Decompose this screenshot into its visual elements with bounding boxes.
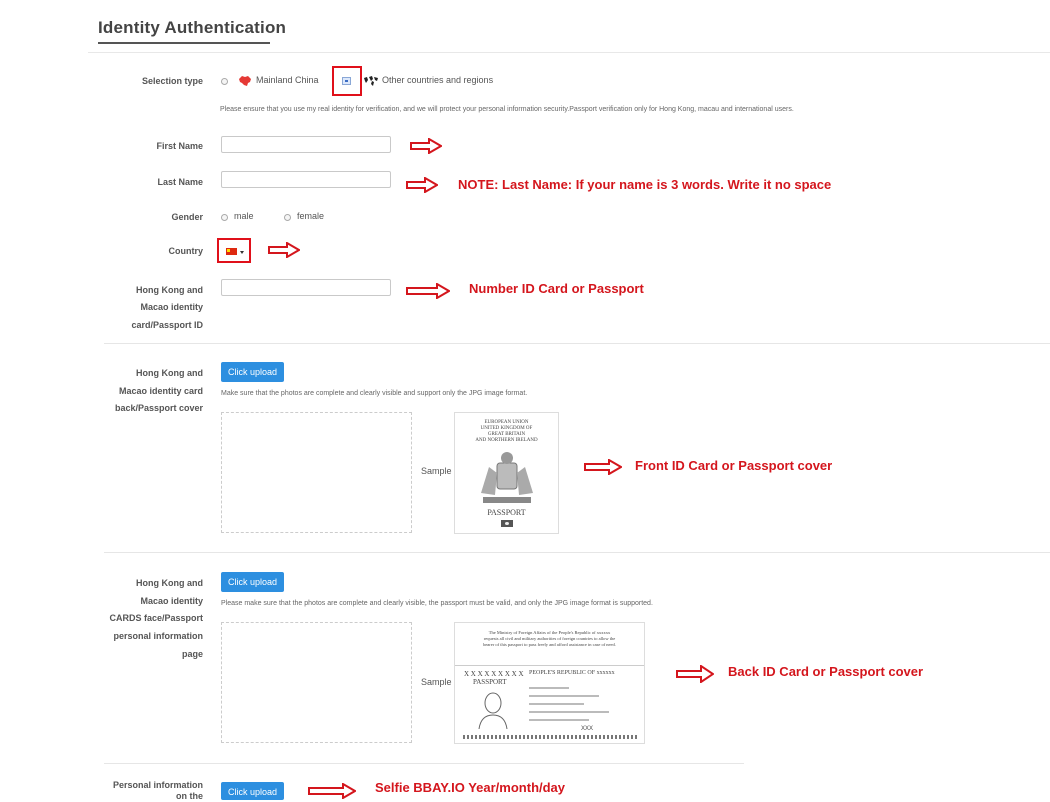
id-number-label-1: Hong Kong and [136,285,203,295]
upload-info-label-4: personal information [113,631,203,641]
upload-info-note: Back ID Card or Passport cover [728,664,924,679]
first-name-input[interactable] [221,136,391,153]
sample-info-signature: XXX [581,726,594,732]
china-map-icon [238,74,252,86]
section-divider [104,763,744,764]
male-radio[interactable] [221,214,228,221]
upload-cover-hint: Make sure that the photos are complete a… [221,390,528,397]
portrait-icon [475,689,511,734]
passport-info-page-sample: The Ministry of Foreign Affairs of the P… [454,622,645,744]
coat-of-arms-icon [475,449,539,512]
upload-cover-label-2: Macao identity card [118,386,203,396]
sample-info-text: bearer of this passport to pass freely a… [483,642,616,647]
verification-notice: Please ensure that you use my real ident… [220,106,794,113]
upload-cover-label-1: Hong Kong and [136,368,203,378]
upload-cover-note: Front ID Card or Passport cover [635,458,833,473]
upload-info-dropzone[interactable] [221,622,412,743]
female-radio[interactable] [284,214,291,221]
chevron-down-icon [240,251,244,254]
upload-selfie-label-2: on the [176,791,203,801]
upload-selfie-arrow-icon [308,783,356,799]
page-title: Identity Authentication [98,18,287,37]
upload-info-sample-label: Sample [421,677,452,687]
last-name-input[interactable] [221,171,391,188]
other-countries-radio[interactable] [342,77,351,85]
gender-label: Gender [171,212,203,222]
sample-info-passport: PASSPORT [473,678,507,686]
upload-info-label-3: CARDS face/Passport [109,613,203,623]
upload-info-label-2: Macao identity [140,596,203,606]
upload-info-arrow-icon [676,665,714,683]
sample-divider [455,665,644,666]
id-number-note: Number ID Card or Passport [469,281,644,296]
last-name-note: NOTE: Last Name: If your name is 3 words… [458,177,832,192]
world-map-icon [363,74,379,86]
sample-cover-passport: PASSPORT [487,508,526,517]
upload-info-label-1: Hong Kong and [136,578,203,588]
last-name-label: Last Name [157,177,203,187]
female-label: female [297,211,325,221]
country-label: Country [168,246,204,256]
sample-info-country: PEOPLE'S REPUBLIC OF xxxxxx [529,670,615,676]
id-number-label-2: Macao identity [140,302,203,312]
upload-selfie-button[interactable]: Click upload [221,782,284,800]
country-arrow-icon [268,242,300,258]
upload-cover-button[interactable]: Click upload [221,362,284,382]
title-underline [98,42,270,44]
upload-cover-dropzone[interactable] [221,412,412,533]
header-divider [88,52,1050,53]
last-name-arrow-icon [406,177,438,193]
upload-cover-label-3: back/Passport cover [114,403,203,413]
upload-info-button[interactable]: Click upload [221,572,284,592]
upload-cover-arrow-icon [584,459,622,475]
sample-info-code: X X X X X X X X X [464,670,524,678]
sample-info-fields [529,681,619,727]
passport-cover-sample: EUROPEAN UNION UNITED KINGDOM OF GREAT B… [454,412,559,534]
id-number-input[interactable] [221,279,391,296]
upload-selfie-label-1: Personal information [112,780,203,790]
china-flag-icon [226,248,237,255]
mainland-china-radio[interactable] [221,78,228,85]
chip-icon [501,520,513,527]
selection-type-label: Selection type [141,76,203,86]
male-label: male [234,211,254,221]
mainland-china-label: Mainland China [256,75,319,85]
upload-cover-sample-label: Sample [421,466,452,476]
first-name-arrow-icon [410,138,442,154]
upload-selfie-note: Selfie BBAY.IO Year/month/day [375,780,566,795]
mrz-line [463,735,637,739]
id-number-arrow-icon [406,283,450,299]
sample-cover-text: AND NORTHERN IRELAND [475,438,538,443]
id-number-label-3: card/Passport ID [131,320,203,330]
upload-info-label-5: page [181,649,203,659]
first-name-label: First Name [156,141,203,151]
section-divider [104,343,1050,344]
section-divider [104,552,1050,553]
upload-info-hint: Please make sure that the photos are com… [221,600,653,607]
country-select[interactable] [217,238,251,263]
other-countries-label: Other countries and regions [382,75,494,85]
